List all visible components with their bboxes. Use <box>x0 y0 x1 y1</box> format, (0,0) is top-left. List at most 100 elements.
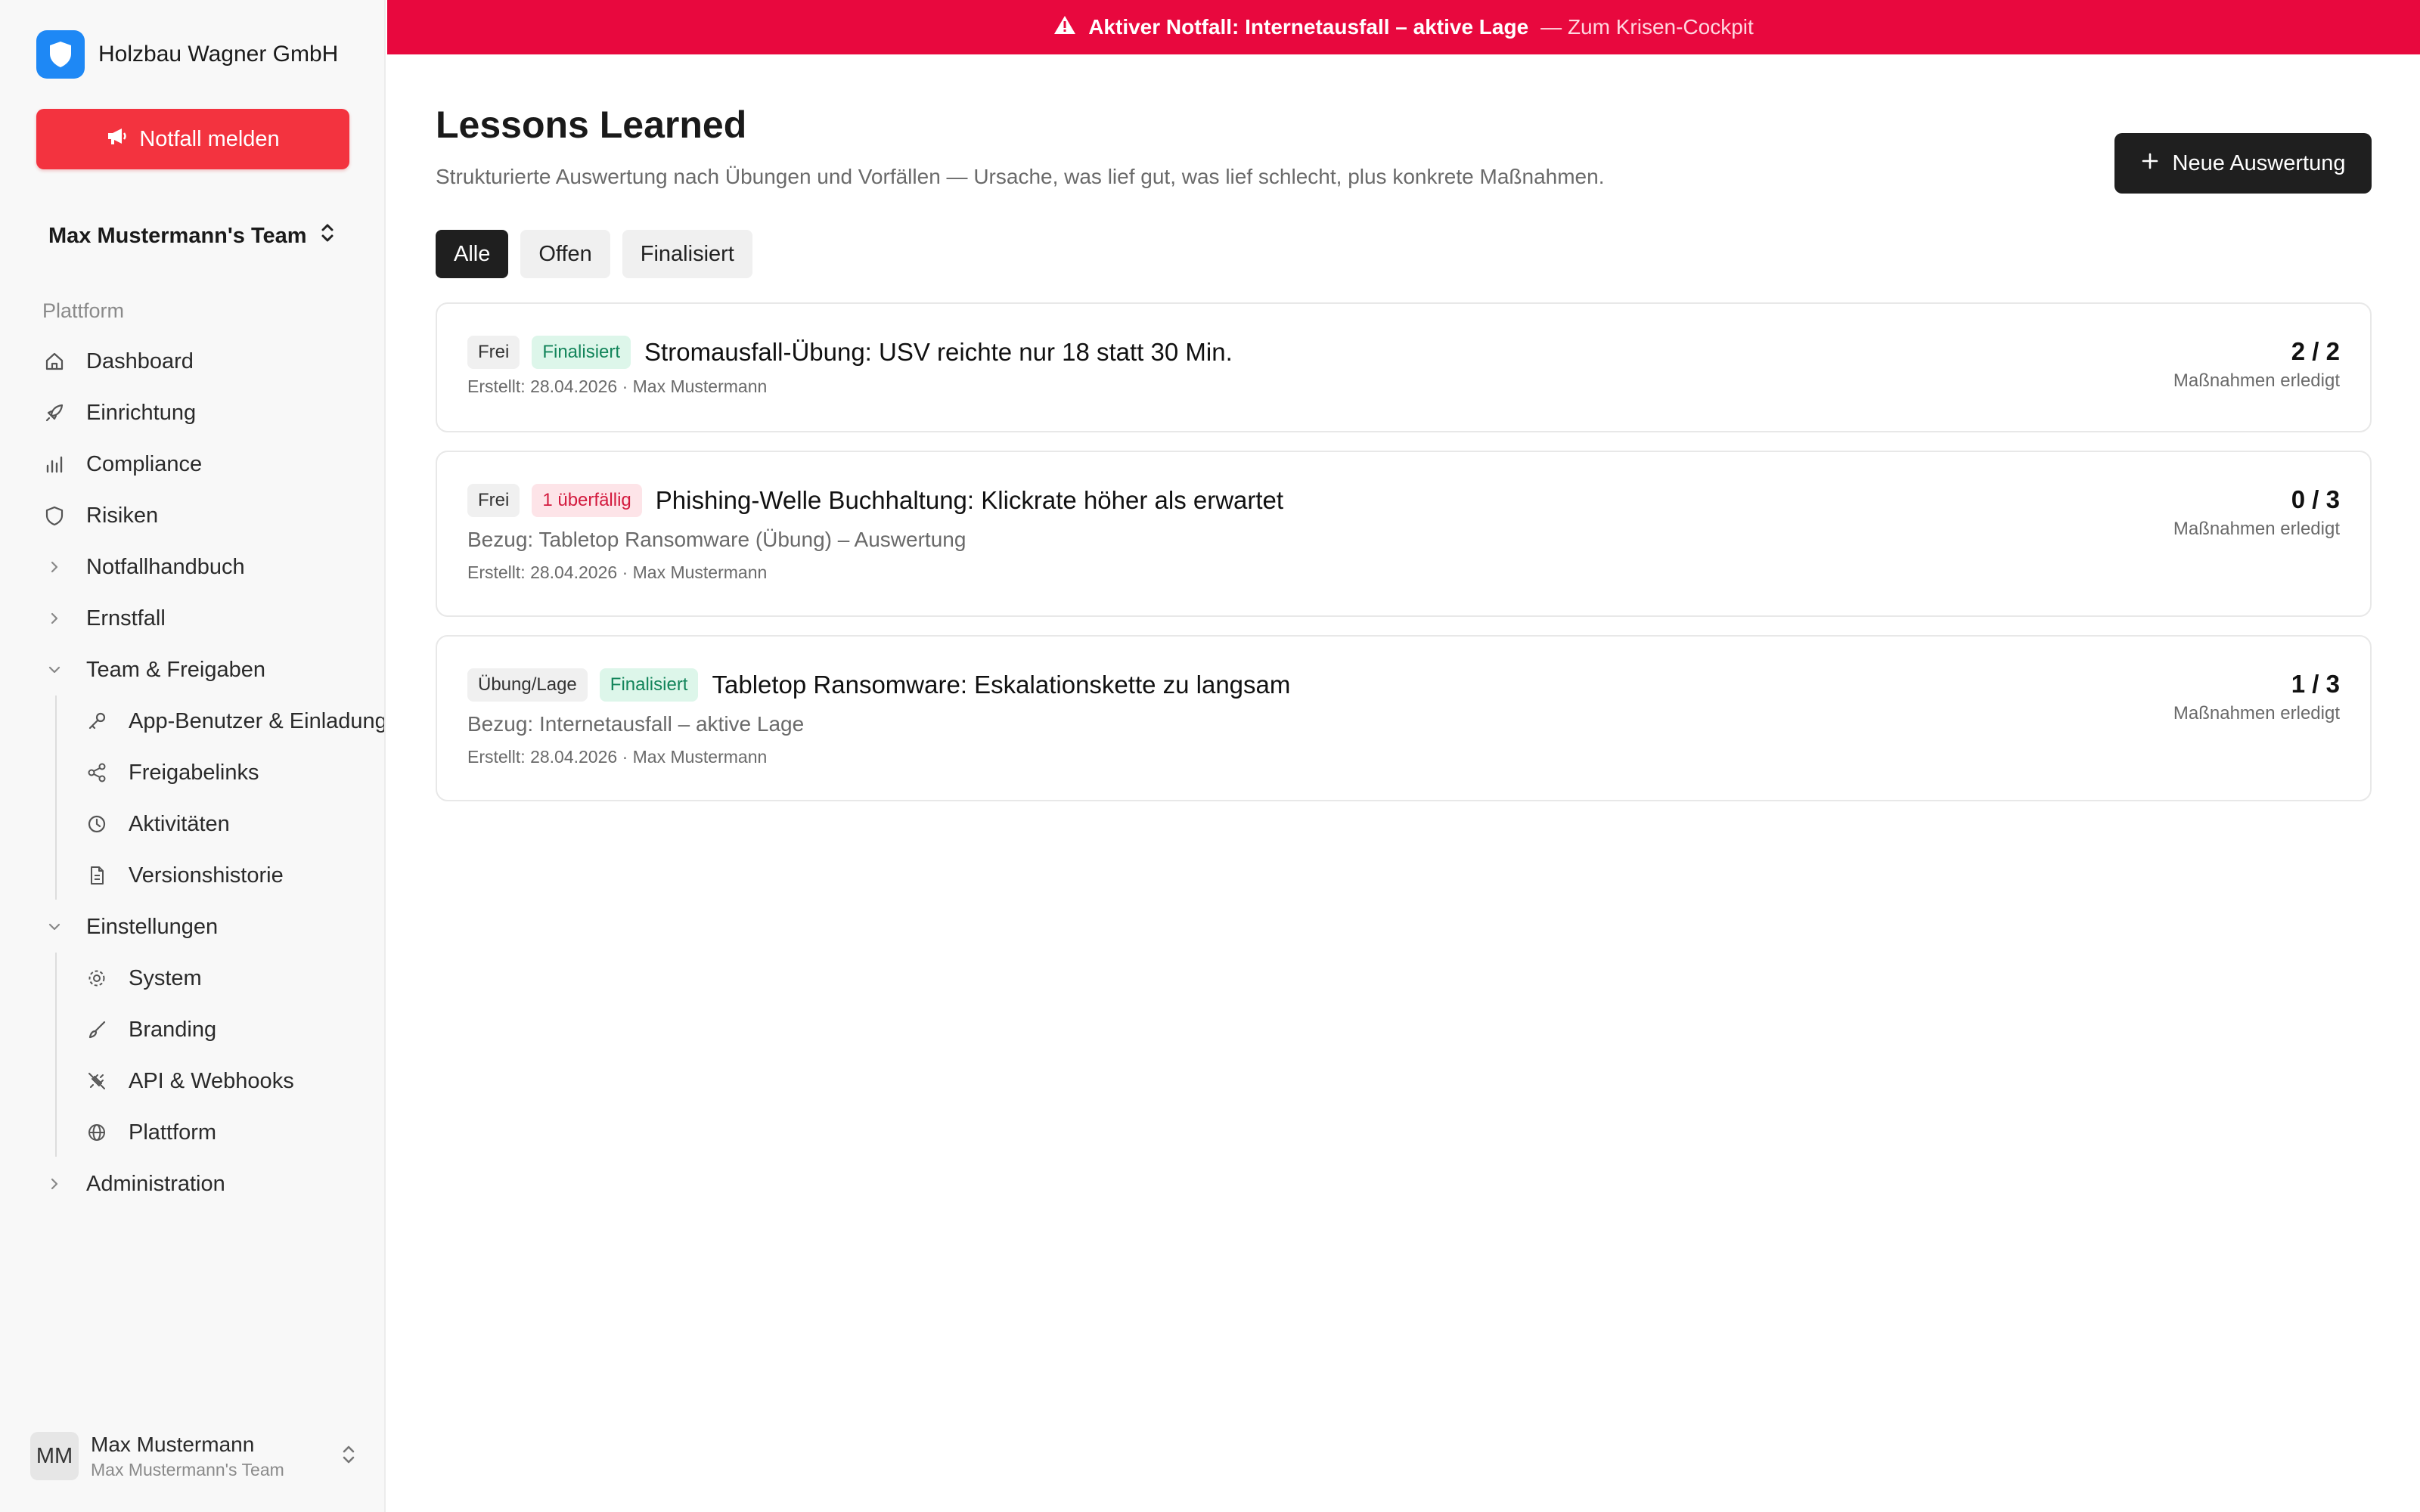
shield-icon <box>42 503 67 528</box>
page-subtitle: Strukturierte Auswertung nach Übungen un… <box>436 165 1605 188</box>
sidebar-item-einrichtung[interactable]: Einrichtung <box>42 393 196 432</box>
sidebar-item-share-links[interactable]: Freigabelinks <box>85 753 259 792</box>
chevron-right-icon <box>42 1172 67 1196</box>
shield-logo-icon <box>36 30 85 79</box>
chevron-up-down-icon <box>319 222 336 250</box>
sidebar-item-label: Notfallhandbuch <box>86 554 245 579</box>
card-reference: Bezug: Internetausfall – aktive Lage <box>467 712 805 736</box>
card-meta: Erstellt: 28.04.2026 · Max Mustermann <box>467 747 768 767</box>
org-name: Holzbau Wagner GmbH <box>98 42 339 67</box>
sidebar-item-label: Einstellungen <box>86 914 219 939</box>
measures-progress: 0 / 3 Maßnahmen erledigt <box>2173 485 2340 540</box>
avatar: MM <box>30 1432 79 1480</box>
status-badge: Finalisiert <box>532 336 631 369</box>
warning-icon <box>1053 14 1076 41</box>
user-menu[interactable]: MM Max Mustermann Max Mustermann's Team <box>30 1430 357 1482</box>
measures-label: Maßnahmen erledigt <box>2173 519 2340 539</box>
measures-label: Maßnahmen erledigt <box>2173 370 2340 391</box>
new-evaluation-button[interactable]: Neue Auswertung <box>2114 133 2372 194</box>
sidebar-item-version-history[interactable]: Versionshistorie <box>85 856 284 895</box>
type-badge: Frei <box>467 484 520 517</box>
team-name: Max Mustermann's Team <box>48 223 307 248</box>
type-badge: Frei <box>467 336 520 369</box>
card-title: Phishing-Welle Buchhaltung: Klickrate hö… <box>655 486 1284 514</box>
tab-finalisiert[interactable]: Finalisiert <box>622 230 752 278</box>
sidebar-item-einstellungen[interactable]: Einstellungen <box>42 907 218 947</box>
measures-count: 0 / 3 <box>2291 485 2340 513</box>
chevron-up-down-icon <box>340 1443 357 1470</box>
gear-icon <box>85 966 109 990</box>
sidebar-item-api-webhooks[interactable]: API & Webhooks <box>85 1061 294 1101</box>
user-name: Max Mustermann <box>91 1432 255 1456</box>
sidebar-item-label: Administration <box>86 1171 225 1196</box>
sidebar-item-ernstfall[interactable]: Ernstfall <box>42 599 166 638</box>
lesson-card[interactable]: Frei 1 überfällig Phishing-Welle Buchhal… <box>436 451 2372 617</box>
rocket-icon <box>42 401 67 425</box>
org-switcher[interactable]: Holzbau Wagner GmbH <box>36 30 338 79</box>
measures-count: 2 / 2 <box>2291 337 2340 365</box>
user-team: Max Mustermann's Team <box>91 1459 284 1479</box>
tab-alle[interactable]: Alle <box>436 230 509 278</box>
key-icon <box>85 709 109 733</box>
sidebar-item-label: Plattform <box>129 1120 217 1145</box>
megaphone-icon <box>106 126 129 152</box>
brush-icon <box>85 1018 109 1042</box>
card-meta: Erstellt: 28.04.2026 · Max Mustermann <box>467 562 768 582</box>
chevron-down-icon <box>42 915 67 939</box>
submenu-guide-line <box>55 953 57 1157</box>
chevron-down-icon <box>42 658 67 682</box>
sidebar-item-risiken[interactable]: Risiken <box>42 496 158 535</box>
status-badge: Finalisiert <box>599 668 699 702</box>
type-badge: Übung/Lage <box>467 668 588 702</box>
card-reference: Bezug: Tabletop Ransomware (Übung) – Aus… <box>467 528 966 551</box>
lesson-card[interactable]: Übung/Lage Finalisiert Tabletop Ransomwa… <box>436 635 2372 801</box>
sidebar-item-label: App-Benutzer & Einladungen <box>129 708 384 733</box>
sidebar-item-label: Ernstfall <box>86 606 166 631</box>
report-emergency-button[interactable]: Notfall melden <box>36 109 349 169</box>
measures-label: Maßnahmen erledigt <box>2173 703 2340 723</box>
sidebar-item-activities[interactable]: Aktivitäten <box>85 804 230 844</box>
sidebar-item-label: Compliance <box>86 451 203 476</box>
sidebar-item-label: Dashboard <box>86 349 194 373</box>
banner-text: Aktiver Notfall: Internetausfall – aktiv… <box>1088 15 1529 39</box>
tab-offen[interactable]: Offen <box>520 230 610 278</box>
sidebar-item-label: Risiken <box>86 503 159 528</box>
sidebar-item-branding[interactable]: Branding <box>85 1010 216 1049</box>
sidebar-item-label: System <box>129 965 202 990</box>
home-icon <box>42 349 67 373</box>
page-title: Lessons Learned <box>436 104 747 146</box>
sidebar-item-label: API & Webhooks <box>129 1068 294 1093</box>
sidebar-item-dashboard[interactable]: Dashboard <box>42 342 194 381</box>
card-title: Tabletop Ransomware: Eskalationskette zu… <box>712 671 1291 699</box>
sidebar-item-label: Freigabelinks <box>129 760 259 785</box>
share-icon <box>85 761 109 785</box>
sidebar-item-platform[interactable]: Plattform <box>85 1113 216 1152</box>
sidebar-item-team-freigaben[interactable]: Team & Freigaben <box>42 650 265 689</box>
chevron-right-icon <box>42 606 67 631</box>
sidebar-item-compliance[interactable]: Compliance <box>42 445 202 484</box>
crisis-cockpit-link[interactable]: — Zum Krisen-Cockpit <box>1540 15 1754 39</box>
sidebar-item-administration[interactable]: Administration <box>42 1164 225 1204</box>
clock-icon <box>85 812 109 836</box>
report-emergency-label: Notfall melden <box>139 126 280 151</box>
sidebar: Holzbau Wagner GmbH Notfall melden Max M… <box>0 0 386 1512</box>
card-meta: Erstellt: 28.04.2026 · Max Mustermann <box>467 376 768 396</box>
globe-icon <box>85 1120 109 1145</box>
measures-progress: 1 / 3 Maßnahmen erledigt <box>2173 670 2340 724</box>
sidebar-item-label: Branding <box>129 1017 217 1042</box>
nav-group-label: Plattform <box>42 299 125 322</box>
submenu-guide-line <box>55 696 57 900</box>
bar-chart-icon <box>42 452 67 476</box>
lesson-card[interactable]: Frei Finalisiert Stromausfall-Übung: USV… <box>436 302 2372 432</box>
sidebar-item-label: Versionshistorie <box>129 863 284 888</box>
sidebar-item-label: Aktivitäten <box>129 811 230 836</box>
team-switcher[interactable]: Max Mustermann's Team <box>48 218 336 254</box>
sidebar-item-app-users[interactable]: App-Benutzer & Einladungen <box>85 702 384 741</box>
filter-tabs: Alle Offen Finalisiert <box>436 230 752 278</box>
sidebar-item-notfallhandbuch[interactable]: Notfallhandbuch <box>42 547 245 587</box>
plug-icon <box>85 1069 109 1093</box>
status-badge: 1 überfällig <box>532 484 642 517</box>
sidebar-item-system[interactable]: System <box>85 959 202 998</box>
sidebar-item-label: Einrichtung <box>86 400 197 425</box>
measures-progress: 2 / 2 Maßnahmen erledigt <box>2173 337 2340 392</box>
